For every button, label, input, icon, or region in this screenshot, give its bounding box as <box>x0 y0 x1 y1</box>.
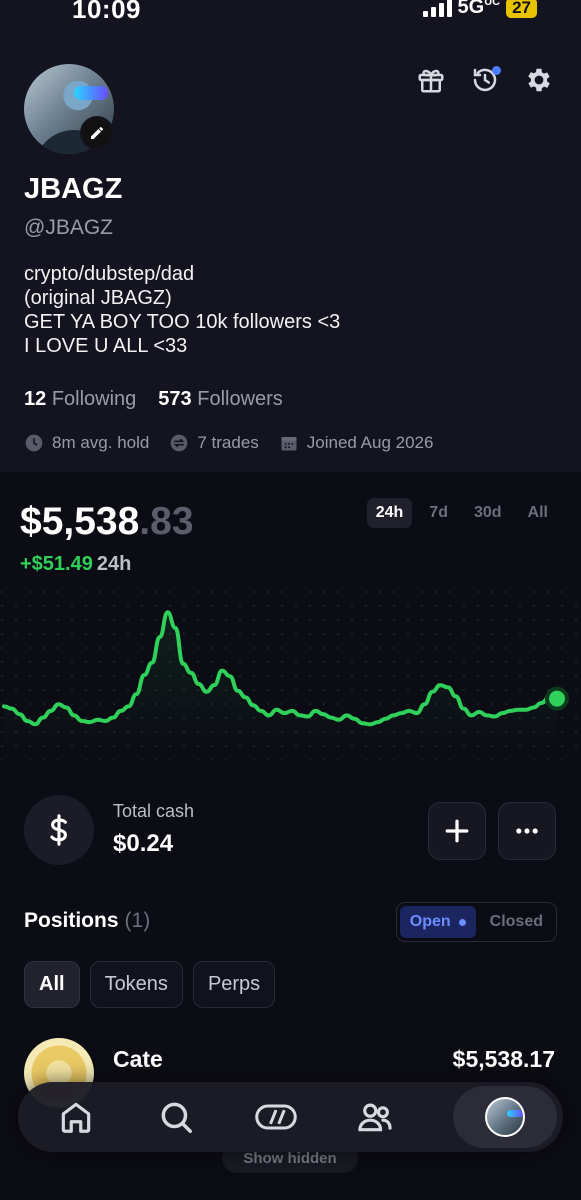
gear-icon <box>528 68 550 92</box>
gift-icon <box>418 69 444 93</box>
balance-main: $5,538 <box>20 500 140 543</box>
nav-search[interactable] <box>154 1095 198 1139</box>
signal-icon <box>422 0 452 17</box>
cash-value: $0.24 <box>113 830 174 857</box>
network-type: 5GUC <box>458 0 501 19</box>
nav-social[interactable] <box>353 1095 397 1139</box>
bio-line: I LOVE U ALL <33 <box>24 335 188 357</box>
status-indicators: 5GUC 27 <box>422 0 537 19</box>
profile-bio: crypto/dubstep/dad (original JBAGZ) GET … <box>24 262 340 358</box>
home-icon <box>61 1102 91 1133</box>
notification-dot <box>492 66 501 75</box>
positions-title: Positions (1) <box>24 909 150 933</box>
follow-stats: 12 Following 573 Followers <box>24 388 283 411</box>
battery-level: 27 <box>506 0 537 18</box>
toggle-open-label: Open <box>409 913 451 930</box>
calendar-icon <box>281 437 297 451</box>
bio-line: crypto/dubstep/dad <box>24 263 195 285</box>
add-cash-button[interactable] <box>428 802 486 860</box>
followers-link[interactable]: 573 Followers <box>158 388 283 411</box>
range-30d[interactable]: 30d <box>465 498 511 528</box>
followers-count: 573 <box>158 388 192 410</box>
following-link[interactable]: 12 Following <box>24 388 136 411</box>
filter-perps[interactable]: Perps <box>192 961 276 1008</box>
status-time: 10:09 <box>72 0 141 24</box>
nav-profile-avatar <box>485 1097 525 1137</box>
trade-count-text: 7 trades <box>197 433 259 452</box>
bio-line: (original JBAGZ) <box>24 287 172 309</box>
profile-name: JBAGZ <box>24 173 123 205</box>
avg-hold-text: 8m avg. hold <box>52 433 150 452</box>
join-date: Joined Aug 2026 <box>279 433 434 453</box>
filter-tokens[interactable]: Tokens <box>89 961 183 1008</box>
position-name[interactable]: Cate <box>113 1046 163 1073</box>
range-selector: 24h 7d 30d All <box>366 498 557 528</box>
range-7d[interactable]: 7d <box>420 498 457 528</box>
network-label: 5G <box>457 0 485 18</box>
bottom-nav <box>18 1082 563 1152</box>
change-amount: +$51.49 <box>20 553 93 575</box>
balance-cents: .83 <box>139 500 194 543</box>
search-icon <box>161 1102 192 1133</box>
status-bar: 10:09 5GUC 27 <box>0 0 581 26</box>
positions-count: (1) <box>124 909 151 932</box>
following-count: 12 <box>24 388 47 410</box>
portfolio-chart[interactable] <box>0 590 581 760</box>
more-icon <box>516 828 538 834</box>
pencil-icon <box>91 127 103 139</box>
profile-meta: 8m avg. hold 7 trades Joined Aug 2026 <box>24 433 433 453</box>
gift-button[interactable] <box>415 64 447 96</box>
portfolio-balance: $5,538.83 <box>20 500 194 544</box>
users-icon <box>358 1103 392 1132</box>
range-all[interactable]: All <box>519 498 557 528</box>
position-value: $5,538.17 <box>452 1046 555 1072</box>
plus-icon <box>445 819 469 843</box>
dollar-icon <box>50 814 67 846</box>
change-period: 24h <box>96 553 132 575</box>
range-24h[interactable]: 24h <box>366 498 413 528</box>
cash-icon-wrap <box>24 795 94 865</box>
nav-home[interactable] <box>54 1095 98 1139</box>
trade-count: 7 trades <box>169 433 259 453</box>
settings-button[interactable] <box>523 64 555 96</box>
trade-icon <box>254 1104 297 1130</box>
nav-profile[interactable] <box>453 1086 557 1148</box>
portfolio-change: +$51.49 24h <box>20 553 131 576</box>
swap-icon <box>171 434 188 452</box>
avatar-visor <box>74 86 108 100</box>
nav-trade[interactable] <box>254 1095 298 1139</box>
positions-toggle: Open Closed <box>395 902 557 942</box>
profile-actions <box>415 64 555 96</box>
join-date-text: Joined Aug 2026 <box>306 433 434 452</box>
open-dot <box>458 918 466 926</box>
history-button[interactable] <box>469 64 501 96</box>
filter-all[interactable]: All <box>24 961 80 1008</box>
profile-header: JBAGZ @JBAGZ crypto/dubstep/dad (origina… <box>0 0 581 472</box>
network-sub: UC <box>484 0 501 8</box>
profile-handle: @JBAGZ <box>24 216 113 239</box>
cash-label: Total cash <box>113 801 195 821</box>
avg-hold: 8m avg. hold <box>24 433 149 453</box>
position-filters: All Tokens Perps <box>24 961 276 1008</box>
toggle-closed[interactable]: Closed <box>480 906 553 938</box>
positions-title-text: Positions <box>24 909 119 932</box>
following-label: Following <box>51 388 137 410</box>
bio-line: GET YA BOY TOO 10k followers <3 <box>24 311 341 333</box>
followers-label: Followers <box>197 388 283 410</box>
edit-avatar-button[interactable] <box>80 116 114 150</box>
toggle-open[interactable]: Open <box>399 906 476 938</box>
more-options-button[interactable] <box>498 802 556 860</box>
chart-current-point <box>545 686 569 711</box>
clock-icon <box>25 434 43 452</box>
